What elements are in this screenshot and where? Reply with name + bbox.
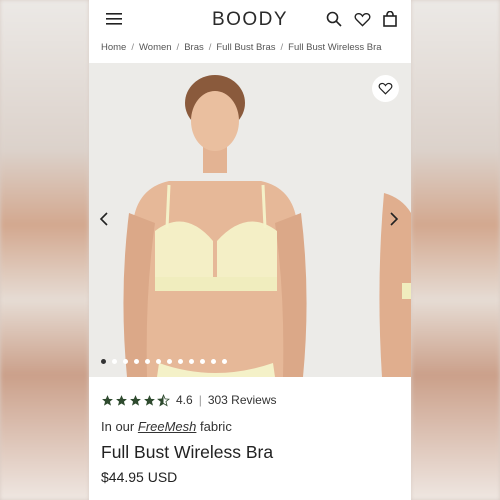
- star-icon: [130, 394, 141, 406]
- pagination-dot[interactable]: [200, 359, 205, 364]
- star-rating: [101, 393, 170, 407]
- fabric-prefix: In our: [101, 419, 135, 434]
- pagination-dot[interactable]: [134, 359, 139, 364]
- background-blur-left: [0, 0, 89, 500]
- top-navigation-bar: BOODY: [89, 0, 411, 38]
- fabric-link[interactable]: FreeMesh: [138, 419, 197, 434]
- pagination-dot[interactable]: [123, 359, 128, 364]
- next-image-button[interactable]: [389, 211, 399, 232]
- breadcrumb-home[interactable]: Home: [101, 42, 126, 53]
- star-icon: [116, 394, 127, 406]
- brand-logo[interactable]: BOODY: [212, 9, 288, 31]
- product-page: BOODY Home / Women / Bras / Full Bust Br…: [89, 0, 411, 500]
- heart-icon[interactable]: [351, 8, 373, 30]
- chevron-left-icon: [99, 212, 108, 226]
- background-blur-right: [411, 0, 500, 500]
- pagination-dot[interactable]: [156, 359, 161, 364]
- pagination-dot[interactable]: [189, 359, 194, 364]
- product-rating[interactable]: 4.6 | 303 Reviews: [101, 393, 277, 407]
- heart-icon: [378, 82, 393, 95]
- add-to-wishlist-button[interactable]: [372, 75, 399, 102]
- product-image-gallery[interactable]: [89, 63, 411, 377]
- shopping-bag-icon[interactable]: [379, 8, 401, 30]
- breadcrumb-current: Full Bust Wireless Bra: [288, 42, 382, 53]
- review-count[interactable]: 303 Reviews: [208, 393, 277, 407]
- rating-value: 4.6: [176, 393, 193, 407]
- gallery-pagination-dots: [101, 359, 227, 364]
- search-icon[interactable]: [323, 8, 345, 30]
- hamburger-menu-icon[interactable]: [103, 8, 125, 30]
- breadcrumb-full-bust-bras[interactable]: Full Bust Bras: [216, 42, 275, 53]
- breadcrumb-separator: /: [176, 42, 180, 53]
- previous-image-button[interactable]: [99, 211, 109, 232]
- breadcrumb: Home / Women / Bras / Full Bust Bras / F…: [101, 42, 406, 53]
- star-icon: [144, 394, 155, 406]
- fabric-suffix: fabric: [200, 419, 232, 434]
- product-price: $44.95 USD: [101, 469, 178, 485]
- pagination-dot[interactable]: [167, 359, 172, 364]
- pagination-dot[interactable]: [178, 359, 183, 364]
- breadcrumb-women[interactable]: Women: [139, 42, 172, 53]
- product-image-main[interactable]: [89, 63, 337, 377]
- pagination-dot[interactable]: [112, 359, 117, 364]
- breadcrumb-separator: /: [208, 42, 212, 53]
- breadcrumb-bras[interactable]: Bras: [184, 42, 204, 53]
- fabric-info: In our FreeMesh fabric: [101, 419, 232, 434]
- star-icon: [102, 394, 113, 406]
- pagination-dot[interactable]: [101, 359, 106, 364]
- rating-divider: |: [198, 393, 202, 407]
- product-title: Full Bust Wireless Bra: [101, 442, 274, 462]
- pagination-dot[interactable]: [211, 359, 216, 364]
- pagination-dot[interactable]: [145, 359, 150, 364]
- pagination-dot[interactable]: [222, 359, 227, 364]
- breadcrumb-separator: /: [280, 42, 284, 53]
- half-star-icon: [157, 393, 170, 407]
- breadcrumb-separator: /: [131, 42, 134, 53]
- chevron-right-icon: [390, 212, 399, 226]
- product-image-next[interactable]: [342, 63, 411, 377]
